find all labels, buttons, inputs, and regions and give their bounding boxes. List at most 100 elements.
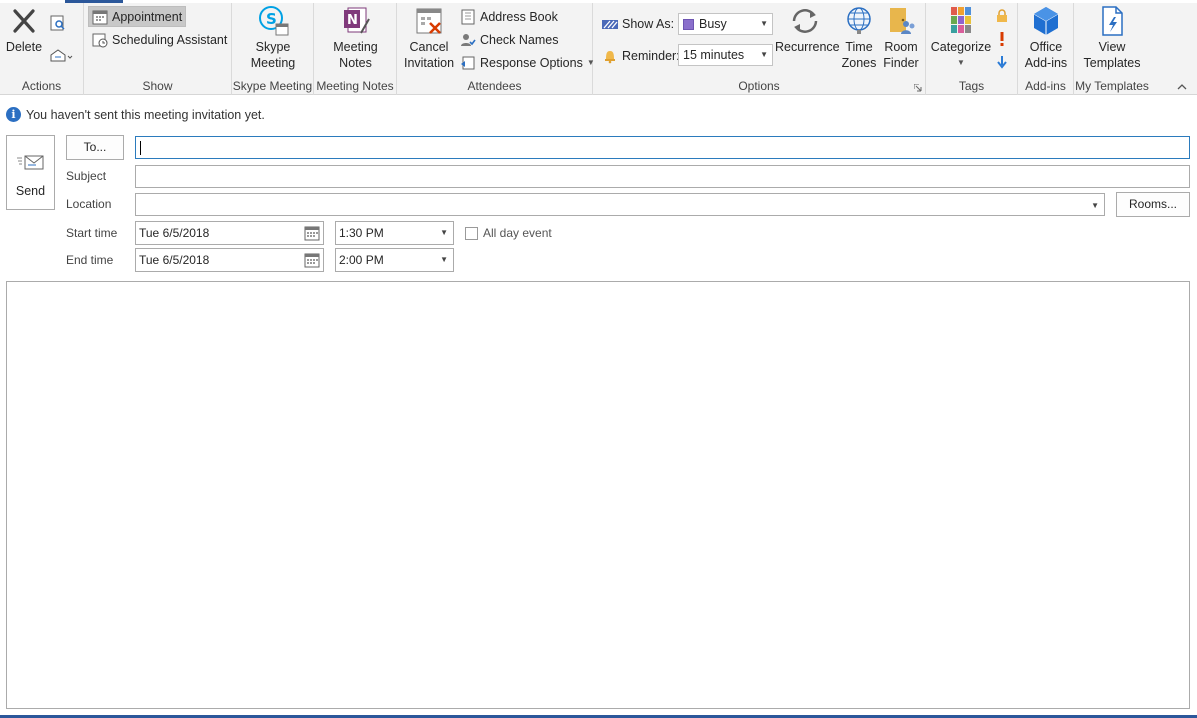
reminder-value: 15 minutes [683, 48, 745, 62]
check-names-icon [461, 33, 476, 46]
find-related-icon[interactable] [50, 15, 66, 31]
start-time-select[interactable]: 1:30 PM ▼ [335, 221, 454, 245]
dialog-launcher-icon[interactable] [914, 84, 922, 92]
send-envelope-icon [17, 155, 44, 170]
scheduling-assistant-icon [92, 33, 108, 47]
group-tags: Categorize ▼ Tags [926, 3, 1018, 95]
collapse-ribbon-icon[interactable] [1177, 83, 1187, 91]
response-options-icon [461, 56, 475, 69]
chevron-down-icon: ▼ [440, 255, 448, 264]
check-names-button[interactable]: Check Names [457, 29, 562, 50]
meeting-notes-button[interactable]: N Meeting Notes [314, 5, 397, 71]
ribbon: Delete Actions Appointment Scheduling As… [0, 3, 1197, 95]
cancel-invitation-icon [416, 8, 442, 34]
end-time-value: 2:00 PM [339, 253, 384, 267]
send-label: Send [15, 184, 46, 198]
message-body[interactable] [6, 281, 1190, 709]
cancel-invitation-label-1: Cancel [409, 40, 449, 54]
svg-text:N: N [347, 13, 358, 28]
high-importance-icon[interactable] [997, 31, 1007, 47]
cancel-invitation-button[interactable]: Cancel Invitation [401, 5, 457, 71]
recurrence-button[interactable]: Recurrence [775, 5, 840, 55]
subject-label: Subject [66, 169, 107, 183]
view-templates-label-1: View [1098, 40, 1126, 54]
chevron-down-icon[interactable]: ▼ [1091, 201, 1099, 210]
all-day-label: All day event [483, 226, 552, 240]
group-label-notes: Meeting Notes [316, 79, 394, 93]
response-options-button[interactable]: Response Options ▼ [457, 52, 598, 73]
show-as-icon [602, 19, 618, 29]
location-field[interactable]: ▼ [135, 193, 1105, 216]
show-as-value: Busy [699, 17, 727, 31]
calendar-icon[interactable] [304, 225, 320, 241]
low-importance-icon[interactable] [996, 55, 1008, 69]
group-label-skype: Skype Meeting [232, 79, 313, 93]
info-message: You haven't sent this meeting invitation… [26, 107, 265, 122]
categorize-icon [951, 7, 971, 33]
end-date-field[interactable]: Tue 6/5/2018 [135, 248, 324, 272]
to-field[interactable] [135, 136, 1190, 159]
private-lock-icon[interactable] [996, 9, 1008, 23]
send-button[interactable]: Send [6, 135, 55, 210]
all-day-checkbox[interactable] [465, 227, 478, 240]
start-date-field[interactable]: Tue 6/5/2018 [135, 221, 324, 245]
recurrence-icon [792, 9, 818, 33]
forward-icon[interactable] [50, 47, 74, 63]
scheduling-assistant-label: Scheduling Assistant [112, 32, 228, 47]
group-skype: S Skype Meeting Skype Meeting [232, 3, 314, 95]
onenote-icon: N [343, 7, 370, 34]
start-date-value: Tue 6/5/2018 [139, 226, 210, 240]
show-as-select[interactable]: Busy ▼ [678, 13, 773, 35]
reminder-select[interactable]: 15 minutes ▼ [678, 44, 773, 66]
recurrence-label: Recurrence [775, 40, 840, 54]
end-date-value: Tue 6/5/2018 [139, 253, 210, 267]
group-label-options: Options [738, 79, 780, 93]
meeting-notes-label-2: Notes [339, 56, 372, 70]
room-finder-icon [890, 8, 915, 34]
chevron-down-icon: ▼ [760, 19, 768, 28]
group-label-templates: My Templates [1075, 79, 1149, 93]
address-book-button[interactable]: Address Book [457, 6, 561, 27]
categorize-button[interactable]: Categorize ▼ [928, 5, 994, 71]
to-button[interactable]: To... [66, 135, 124, 160]
check-names-label: Check Names [480, 32, 559, 47]
skype-meeting-label-2: Meeting [250, 56, 296, 70]
appointment-icon [92, 10, 108, 24]
group-attendees: Cancel Invitation Address Book Check Nam… [397, 3, 595, 95]
cancel-invitation-label-2: Invitation [403, 56, 455, 70]
location-label: Location [66, 197, 112, 211]
office-addins-button[interactable]: Office Add-ins [1018, 5, 1074, 71]
appointment-button[interactable]: Appointment [88, 6, 187, 27]
end-time-label: End time [66, 253, 114, 267]
scheduling-assistant-button[interactable]: Scheduling Assistant [89, 29, 230, 50]
delete-button[interactable]: Delete [4, 5, 44, 55]
calendar-icon[interactable] [304, 252, 320, 268]
subject-field[interactable] [135, 165, 1190, 188]
end-time-select[interactable]: 2:00 PM ▼ [335, 248, 454, 272]
office-addins-label-1: Office [1029, 40, 1063, 54]
view-templates-icon [1102, 6, 1123, 36]
group-actions: Delete Actions [0, 3, 84, 95]
group-label-tags: Tags [958, 79, 985, 93]
time-zones-button[interactable]: Time Zones [837, 5, 881, 71]
rooms-button[interactable]: Rooms... [1116, 192, 1190, 217]
group-options: Show As: Busy ▼ Reminder: 15 minutes ▼ R… [593, 3, 926, 95]
text-cursor [140, 141, 141, 155]
info-icon: i [6, 107, 21, 122]
group-label-actions: Actions [21, 79, 62, 93]
time-zones-label-2: Zones [841, 56, 877, 70]
bell-icon [605, 50, 615, 63]
start-time-label: Start time [66, 226, 118, 240]
info-bar: i You haven't sent this meeting invitati… [6, 107, 265, 122]
group-label-show: Show [142, 79, 173, 93]
busy-swatch [683, 18, 694, 30]
chevron-down-icon: ▼ [957, 58, 965, 67]
skype-meeting-label-1: Skype [255, 40, 291, 54]
room-finder-label-2: Finder [883, 56, 919, 70]
group-label-addins: Add-ins [1025, 79, 1066, 93]
view-templates-button[interactable]: View Templates [1074, 5, 1150, 71]
skype-meeting-button[interactable]: S Skype Meeting [232, 5, 314, 71]
group-templates: View Templates My Templates [1074, 3, 1150, 95]
chevron-down-icon: ▼ [760, 50, 768, 59]
room-finder-button[interactable]: Room Finder [881, 5, 921, 71]
